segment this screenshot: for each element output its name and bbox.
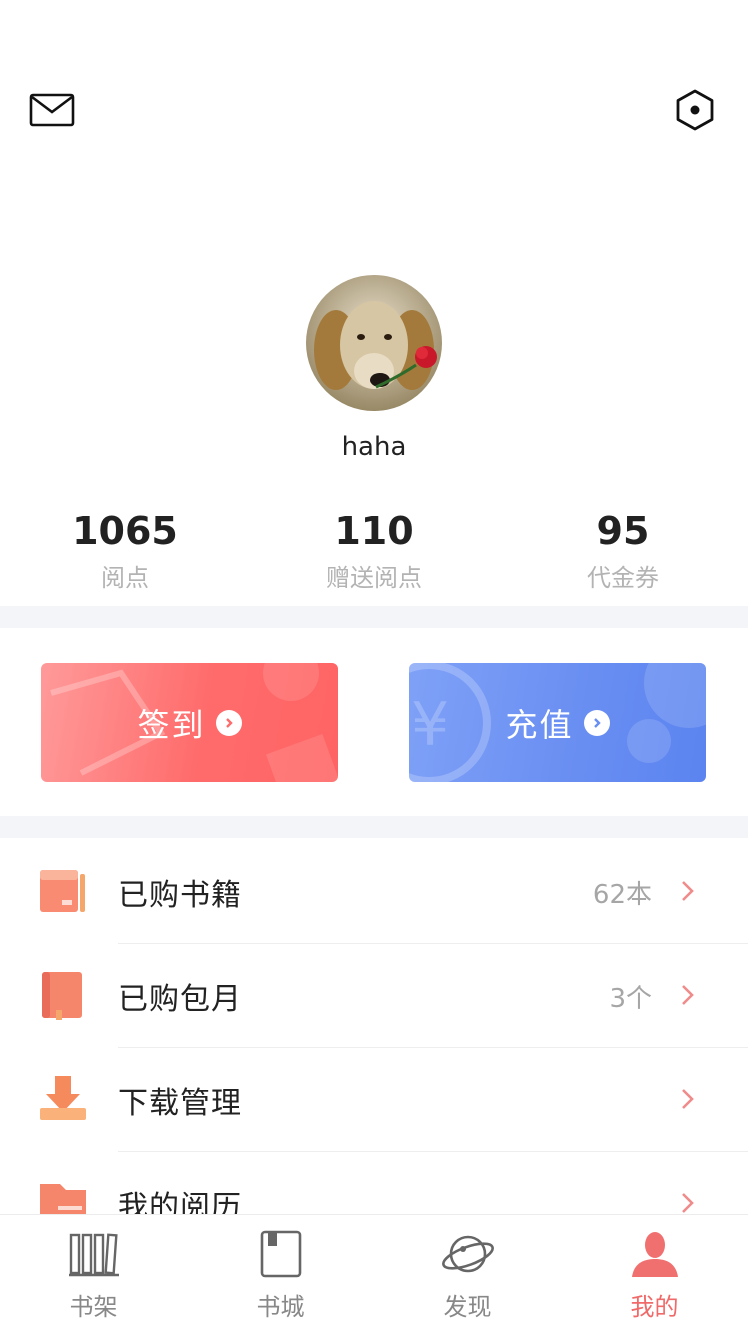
- menu-item-monthly-subscriptions[interactable]: 已购包月 3个: [0, 944, 748, 1048]
- tab-label: 发现: [443, 1293, 492, 1321]
- stat-gift-points-label: 赠送阅点: [326, 564, 422, 592]
- menu-label: 已购包月: [118, 982, 242, 1017]
- menu-label: 已购书籍: [118, 878, 242, 913]
- profile-icon: [631, 1232, 678, 1277]
- tab-label: 书城: [256, 1293, 305, 1321]
- checkin-label: 签到: [137, 705, 206, 744]
- download-icon: [40, 1076, 86, 1120]
- stat-points-label: 阅点: [101, 564, 149, 592]
- bookstore-icon: [260, 1230, 301, 1278]
- tab-profile[interactable]: 我的: [561, 1215, 748, 1333]
- settings-hexagon-icon[interactable]: [671, 86, 719, 134]
- menu-value: 3个: [609, 984, 652, 1014]
- monthly-subscription-icon: [42, 972, 82, 1020]
- section-divider: [0, 816, 748, 838]
- chevron-right-icon: [682, 1089, 694, 1109]
- stat-vouchers-value: 95: [596, 509, 650, 553]
- chevron-right-icon: [215, 709, 242, 736]
- tab-label: 我的: [630, 1293, 679, 1321]
- section-divider: [0, 606, 748, 628]
- avatar[interactable]: [306, 275, 442, 411]
- planet-icon: [441, 1235, 494, 1273]
- recharge-button[interactable]: ¥ 充值: [409, 663, 706, 782]
- stat-vouchers-label: 代金券: [587, 564, 659, 592]
- chevron-right-icon: [682, 1193, 694, 1213]
- svg-text:¥: ¥: [411, 690, 451, 760]
- tab-bookshelf[interactable]: 书架: [0, 1215, 187, 1333]
- bookshelf-icon: [68, 1233, 119, 1277]
- purchased-books-icon: [40, 870, 85, 912]
- stat-points[interactable]: 1065 阅点: [0, 508, 250, 593]
- stat-gift-points-value: 110: [334, 509, 414, 553]
- tab-discover[interactable]: 发现: [374, 1215, 561, 1333]
- reading-history-icon: [40, 1184, 86, 1214]
- chevron-right-icon: [682, 881, 694, 901]
- tab-bookstore[interactable]: 书城: [187, 1215, 374, 1333]
- menu-item-download-manager[interactable]: 下载管理: [0, 1048, 748, 1152]
- menu-item-purchased-books[interactable]: 已购书籍 62本: [0, 840, 748, 944]
- recharge-label: 充值: [505, 705, 574, 744]
- chevron-right-icon: [583, 709, 610, 736]
- menu-label: 我的阅历: [118, 1190, 242, 1214]
- bottom-tab-bar: 书架 书城 发现 我的: [0, 1214, 748, 1333]
- tab-label: 书架: [69, 1293, 118, 1321]
- stat-gift-points[interactable]: 110 赠送阅点: [249, 508, 499, 593]
- username: haha: [341, 432, 407, 462]
- stat-points-value: 1065: [72, 509, 178, 553]
- stat-vouchers[interactable]: 95 代金券: [498, 508, 748, 593]
- menu-label: 下载管理: [118, 1086, 242, 1121]
- checkin-button[interactable]: 签到: [41, 663, 338, 782]
- mail-icon[interactable]: [28, 86, 76, 134]
- chevron-right-icon: [682, 985, 694, 1005]
- menu-item-reading-history[interactable]: 我的阅历: [0, 1152, 748, 1214]
- menu-value: 62本: [592, 880, 652, 910]
